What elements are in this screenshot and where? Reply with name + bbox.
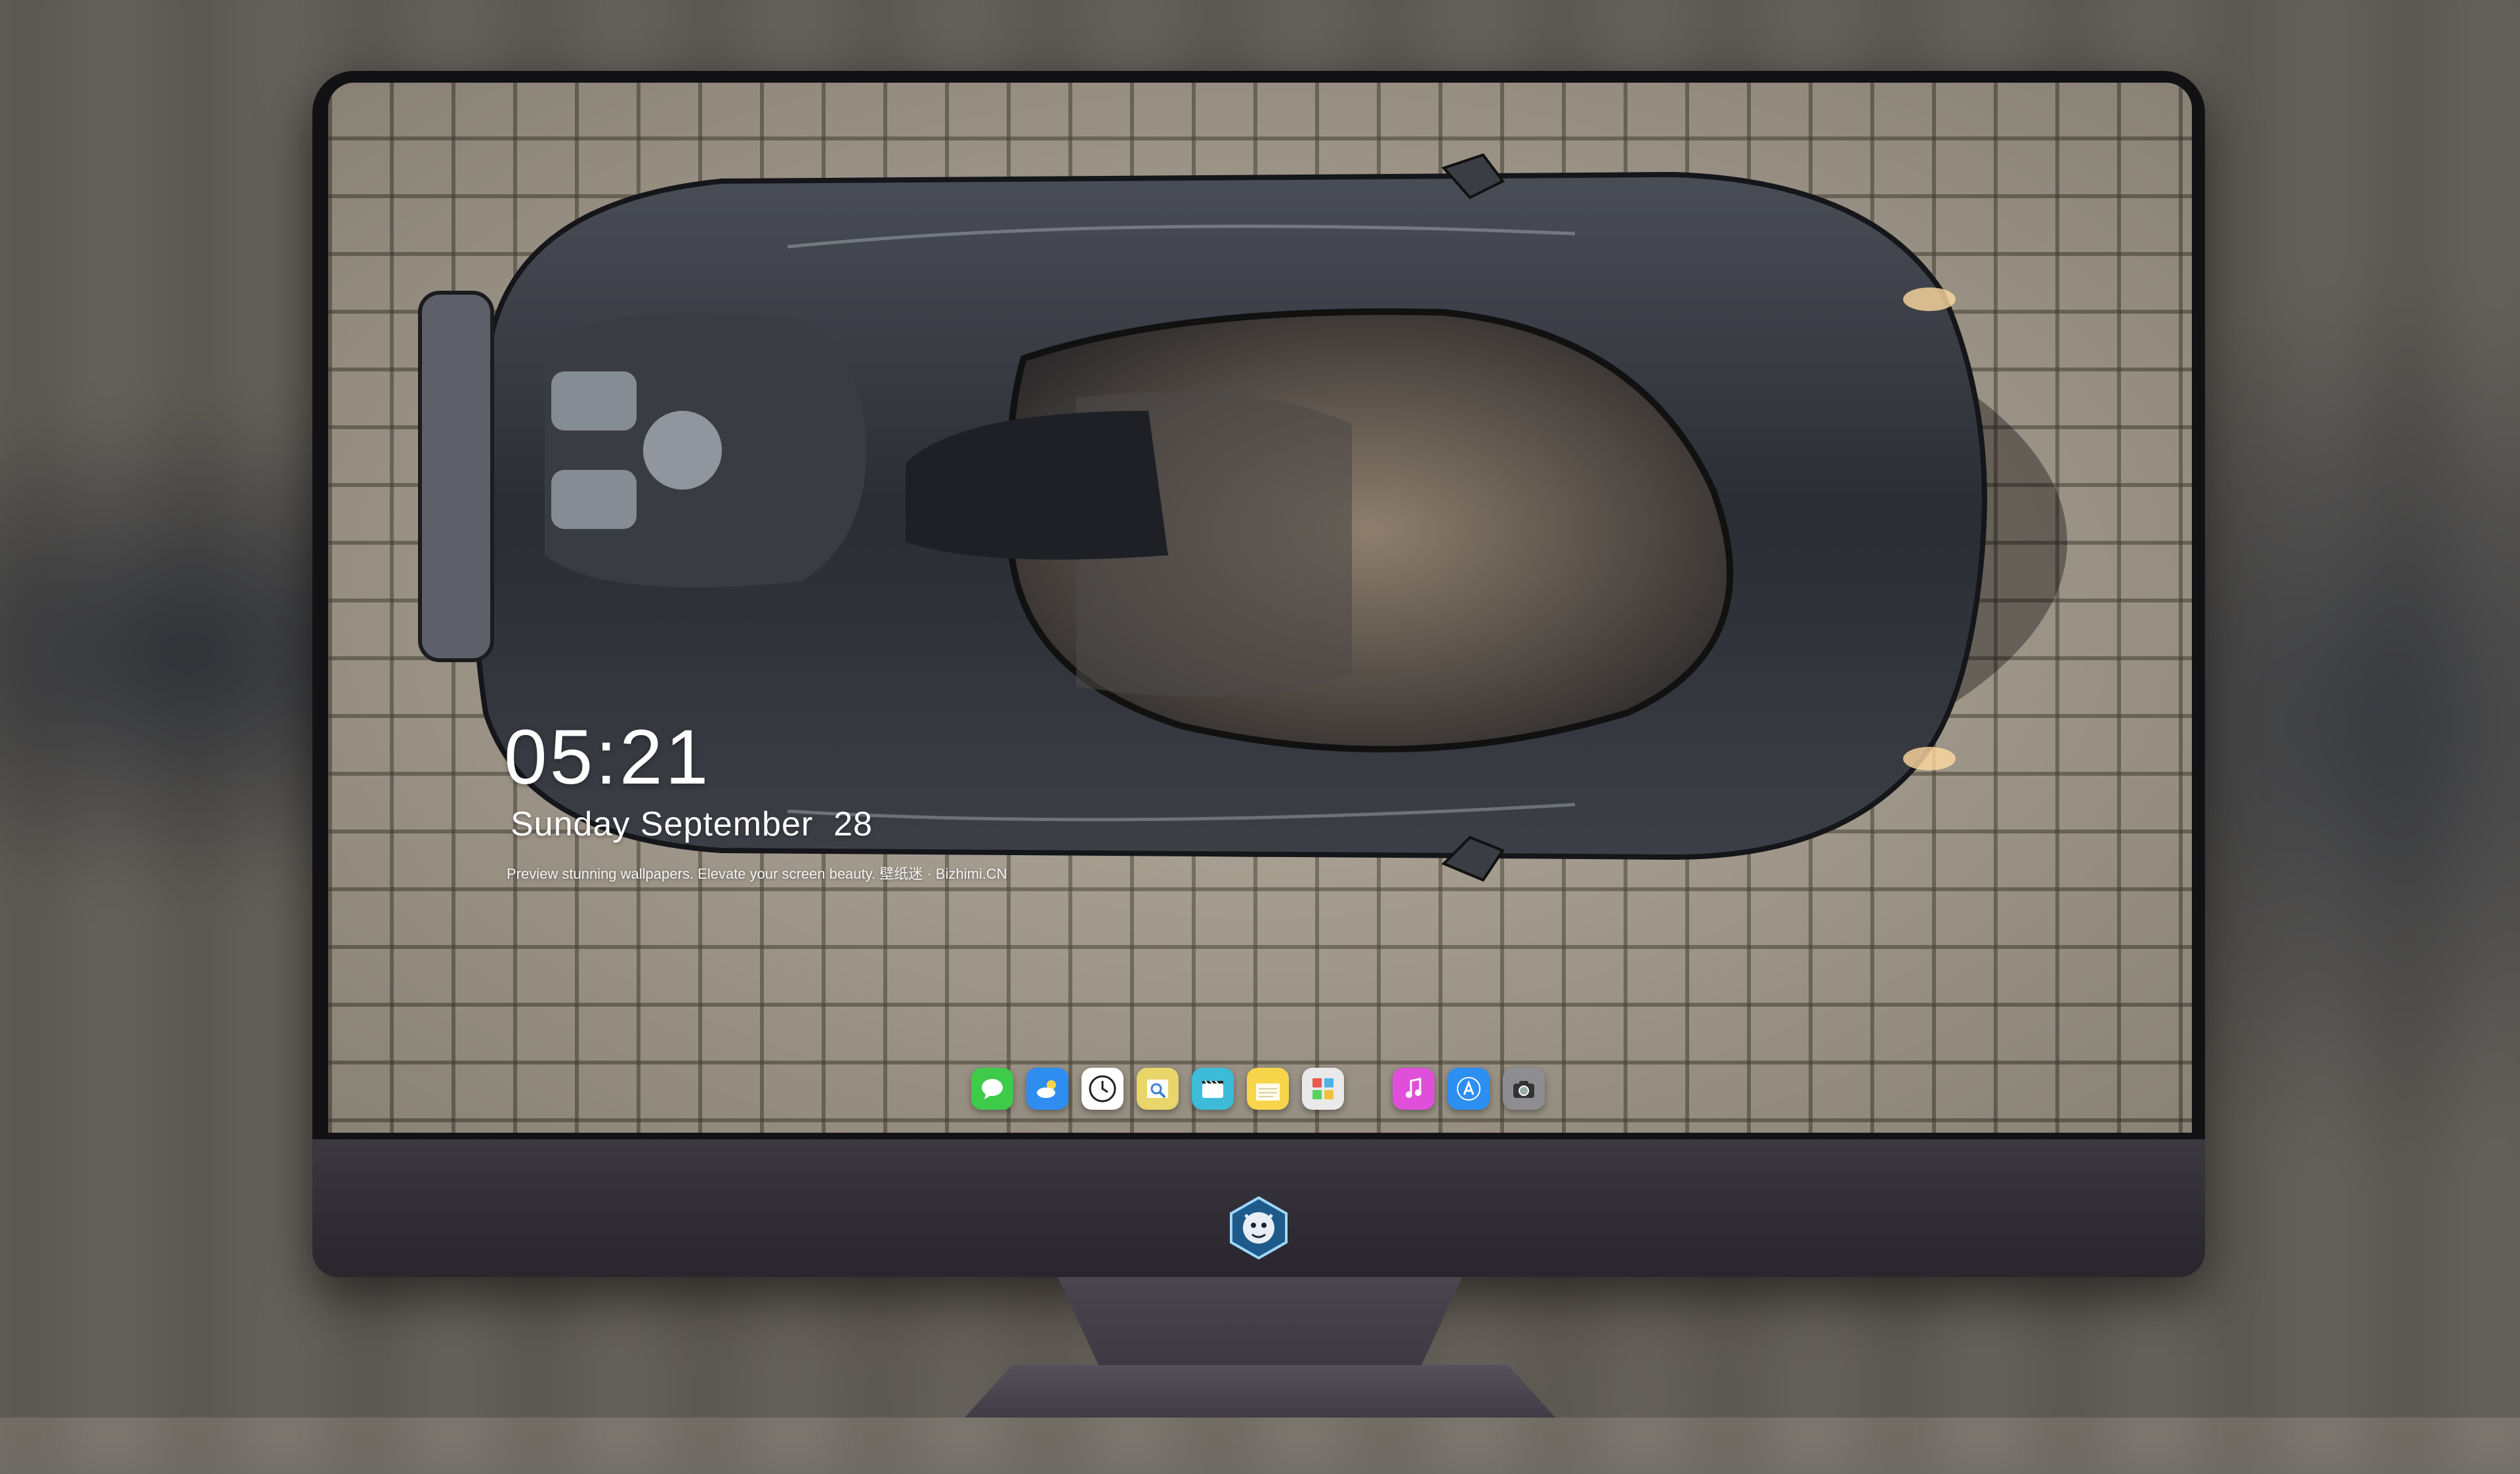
messages-icon[interactable] — [971, 1068, 1013, 1110]
music-icon[interactable] — [1393, 1068, 1435, 1110]
notes-icon[interactable] — [1247, 1068, 1289, 1110]
screen: 05:21 Sunday September 28 Preview stunni… — [328, 83, 2192, 1133]
photos-icon[interactable] — [1302, 1068, 1344, 1110]
weather-icon[interactable] — [1026, 1068, 1068, 1110]
dock — [958, 1057, 1558, 1120]
date-weekday-month: Sunday September — [511, 805, 814, 843]
car-wallpaper — [418, 153, 2067, 882]
clock-icon[interactable] — [1082, 1068, 1124, 1110]
lockscreen-tagline: Preview stunning wallpapers. Elevate you… — [507, 866, 1007, 882]
app-store-icon[interactable] — [1448, 1068, 1490, 1110]
monitor-chin — [312, 1139, 2205, 1277]
date-day: 28 — [833, 805, 873, 843]
lockscreen-time: 05:21 — [504, 714, 711, 801]
camera-icon[interactable] — [1503, 1068, 1545, 1110]
video-icon[interactable] — [1192, 1068, 1234, 1110]
lockscreen-date: Sunday September 28 — [511, 805, 873, 844]
preview-icon[interactable] — [1137, 1068, 1179, 1110]
monitor-stand-foot — [965, 1365, 1555, 1418]
brand-logo-icon — [1230, 1196, 1288, 1260]
